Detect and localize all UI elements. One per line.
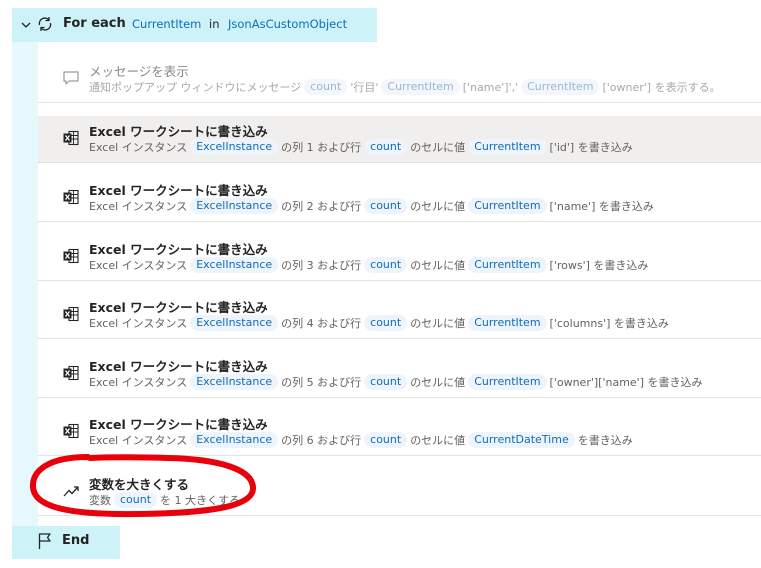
action-description: Excel インスタンス ExcelInstance の列 1 および行 count の… [89, 139, 633, 155]
description-text: Excel インスタンス [89, 200, 188, 213]
variable-token[interactable]: CurrentItem [468, 198, 547, 214]
variable-token[interactable]: CurrentItem [468, 139, 547, 155]
variable-token[interactable]: ExcelInstance [190, 139, 279, 155]
description-text: のセルに値 [410, 141, 466, 154]
description-text: Excel インスタンス [89, 141, 188, 154]
for-each-label: For each [63, 16, 126, 31]
action-card[interactable]: メッセージを表示 通知ポップアップ ウィンドウにメッセージ count '行目' Cur… [38, 56, 761, 103]
variable-token[interactable]: count [364, 374, 408, 390]
variable-token[interactable]: CurrentItem [468, 315, 547, 331]
loop-end-block[interactable]: End [12, 526, 120, 559]
description-text: ['owner'] を表示する。 [602, 81, 721, 94]
message-icon [62, 69, 80, 87]
variable-token[interactable]: CurrentDateTime [468, 432, 575, 448]
action-card[interactable]: Excel ワークシートに書き込み Excel インスタンス ExcelInstan… [38, 292, 761, 339]
end-label: End [62, 533, 90, 548]
variable-token[interactable]: CurrentItem [468, 257, 547, 273]
description-text: の列 3 および行 [281, 259, 362, 272]
action-title: 変数を大きくする [89, 477, 190, 492]
variable-token[interactable]: count [364, 198, 408, 214]
description-text: のセルに値 [410, 317, 466, 330]
variable-token[interactable]: CurrentItem [521, 79, 600, 95]
excel-icon [62, 247, 80, 265]
action-description: 変数 count を 1 大きくする [89, 492, 240, 508]
variable-token[interactable]: ExcelInstance [190, 198, 279, 214]
description-text: ['owner']['name'] を書き込み [549, 376, 703, 389]
action-description: Excel インスタンス ExcelInstance の列 6 および行 count の… [89, 432, 633, 448]
variable-token[interactable]: ExcelInstance [190, 432, 279, 448]
description-text: の列 6 および行 [281, 434, 362, 447]
variable-token[interactable]: count [364, 257, 408, 273]
loop-icon [38, 17, 52, 31]
action-card[interactable]: Excel ワークシートに書き込み Excel インスタンス ExcelInstan… [38, 116, 761, 163]
description-text: 変数 [89, 494, 111, 507]
trend-up-icon [62, 482, 80, 500]
description-text: Excel インスタンス [89, 317, 188, 330]
variable-token[interactable]: count [304, 79, 348, 95]
action-title: Excel ワークシートに書き込み [89, 242, 268, 257]
description-text: ['name'] を書き込み [549, 200, 654, 213]
loop-body-bar [12, 42, 38, 526]
action-title: Excel ワークシートに書き込み [89, 417, 268, 432]
chevron-down-icon[interactable] [20, 19, 32, 31]
action-description: Excel インスタンス ExcelInstance の列 5 および行 count の… [89, 374, 703, 390]
action-card[interactable]: 変数を大きくする 変数 count を 1 大きくする [38, 469, 761, 516]
action-title: Excel ワークシートに書き込み [89, 124, 268, 139]
variable-token[interactable]: ExcelInstance [190, 315, 279, 331]
action-description: Excel インスタンス ExcelInstance の列 2 および行 count の… [89, 198, 654, 214]
variable-token[interactable]: count [114, 492, 158, 508]
description-text: の列 5 および行 [281, 376, 362, 389]
action-title: メッセージを表示 [89, 64, 189, 79]
description-text: '行目' [350, 81, 379, 94]
action-card[interactable]: Excel ワークシートに書き込み Excel インスタンス ExcelInstan… [38, 175, 761, 222]
action-title: Excel ワークシートに書き込み [89, 300, 268, 315]
description-text: のセルに値 [410, 434, 466, 447]
variable-token[interactable]: count [364, 315, 408, 331]
action-description: Excel インスタンス ExcelInstance の列 4 および行 count の… [89, 315, 669, 331]
variable-token[interactable]: CurrentItem [468, 374, 547, 390]
action-card[interactable]: Excel ワークシートに書き込み Excel インスタンス ExcelInstan… [38, 234, 761, 281]
action-description: Excel インスタンス ExcelInstance の列 3 および行 count の… [89, 257, 648, 273]
action-title: Excel ワークシートに書き込み [89, 183, 268, 198]
excel-icon [62, 305, 80, 323]
description-text: ['rows'] を書き込み [549, 259, 649, 272]
action-title: Excel ワークシートに書き込み [89, 359, 268, 374]
loop-variable[interactable]: CurrentItem [132, 17, 201, 31]
description-text: の列 4 および行 [281, 317, 362, 330]
in-keyword: in [209, 17, 220, 31]
description-text: のセルに値 [410, 200, 466, 213]
for-each-header[interactable]: For each CurrentItem in JsonAsCustomObje… [12, 8, 377, 42]
variable-token[interactable]: count [364, 139, 408, 155]
loop-list-variable[interactable]: JsonAsCustomObject [228, 17, 347, 31]
description-text: ['id'] を書き込み [549, 141, 633, 154]
action-card[interactable]: Excel ワークシートに書き込み Excel インスタンス ExcelInstan… [38, 409, 761, 456]
flag-icon [38, 533, 51, 549]
description-text: Excel インスタンス [89, 376, 188, 389]
excel-icon [62, 129, 80, 147]
description-text: のセルに値 [410, 259, 466, 272]
variable-token[interactable]: CurrentItem [381, 79, 460, 95]
description-text: の列 1 および行 [281, 141, 362, 154]
action-description: 通知ポップアップ ウィンドウにメッセージ count '行目' CurrentItem… [89, 79, 721, 95]
description-text: Excel インスタンス [89, 259, 188, 272]
description-text: の列 2 および行 [281, 200, 362, 213]
description-text: ['columns'] を書き込み [549, 317, 669, 330]
variable-token[interactable]: ExcelInstance [190, 257, 279, 273]
excel-icon [62, 422, 80, 440]
action-card[interactable]: Excel ワークシートに書き込み Excel インスタンス ExcelInstan… [38, 351, 761, 398]
description-text: のセルに値 [410, 376, 466, 389]
description-text: を 1 大きくする [160, 494, 241, 507]
description-text: Excel インスタンス [89, 434, 188, 447]
excel-icon [62, 364, 80, 382]
description-text: を書き込み [577, 434, 633, 447]
excel-icon [62, 188, 80, 206]
variable-token[interactable]: ExcelInstance [190, 374, 279, 390]
variable-token[interactable]: count [364, 432, 408, 448]
description-text: 通知ポップアップ ウィンドウにメッセージ [89, 81, 302, 94]
description-text: ['name']',' [462, 80, 519, 94]
